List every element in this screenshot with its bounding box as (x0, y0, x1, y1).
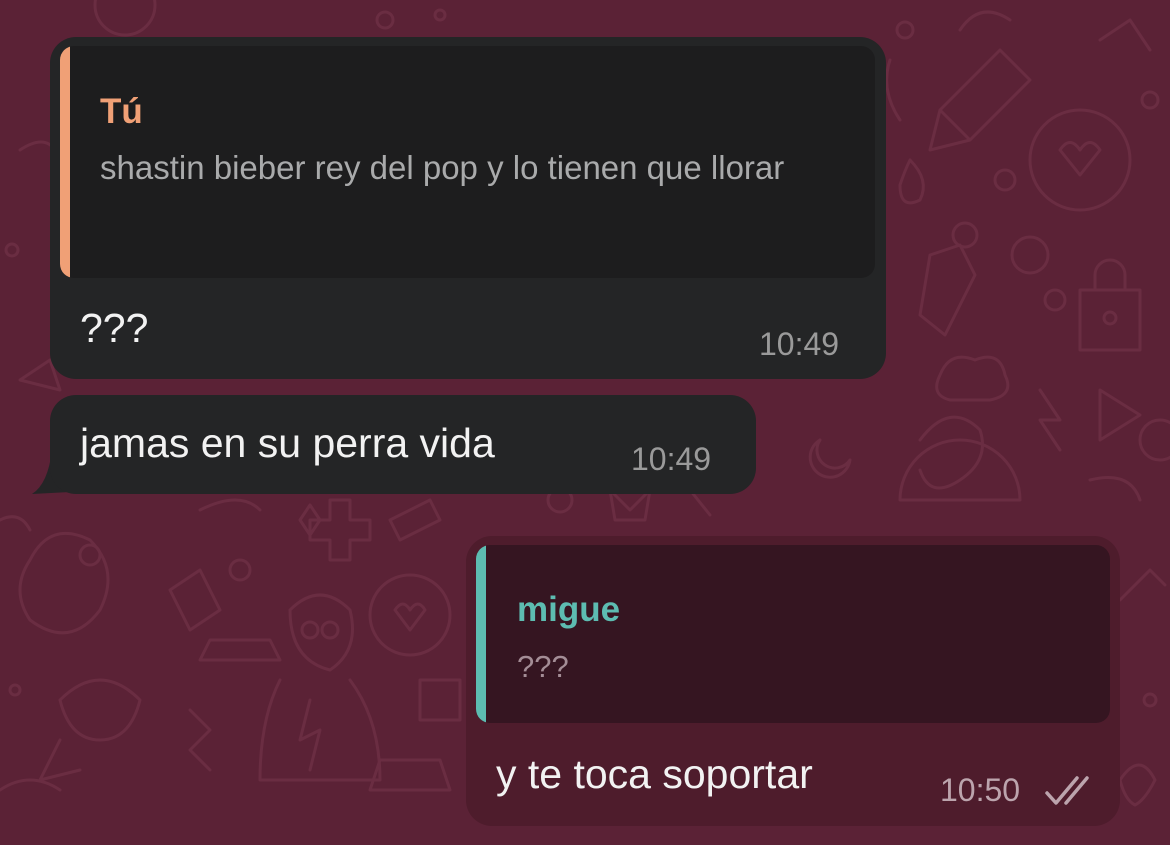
message-text: ??? (80, 305, 149, 351)
quote-text: shastin bieber rey del pop y lo tienen q… (100, 149, 785, 186)
quote-author: migue (517, 590, 621, 629)
message-bubble-outgoing[interactable]: migue ??? y te toca soportar 10:50 (466, 536, 1120, 826)
quote-accent-bar (60, 46, 70, 278)
reply-quote[interactable]: Tú shastin bieber rey del pop y lo tiene… (60, 46, 875, 278)
quote-text: ??? (517, 649, 569, 684)
double-check-read-icon (1045, 776, 1089, 805)
message-text: jamas en su perra vida (80, 420, 495, 466)
message-time: 10:49 (759, 326, 840, 362)
reply-quote[interactable]: migue ??? (476, 545, 1110, 723)
message-text: y te toca soportar (496, 751, 813, 797)
message-bubble-incoming[interactable]: jamas en su perra vida 10:49 (50, 395, 756, 494)
message-time: 10:50 (940, 772, 1021, 808)
message-bubble-incoming[interactable]: Tú shastin bieber rey del pop y lo tiene… (50, 37, 886, 379)
quote-author: Tú (100, 92, 143, 131)
message-time: 10:49 (631, 441, 712, 477)
quote-accent-bar (476, 545, 486, 723)
